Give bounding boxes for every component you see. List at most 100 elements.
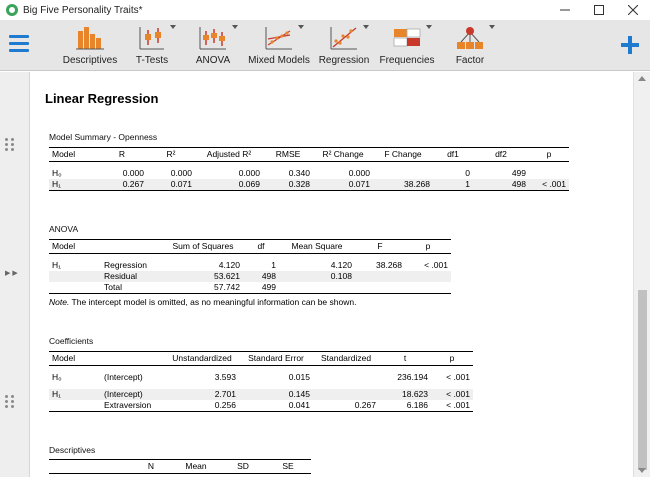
cell: 0.000 [348, 167, 370, 178]
cell: 4.120 [330, 259, 352, 270]
mixed-models-caret-icon [298, 25, 304, 29]
anova-icon [198, 23, 238, 51]
scroll-down-icon[interactable] [638, 468, 646, 473]
drag-handle-bottom-icon[interactable] [5, 395, 15, 409]
model-summary-table: Model R R² Adjusted R² RMSE R² Change F … [49, 147, 569, 191]
mixed-models-button[interactable]: Mixed Models [248, 23, 310, 69]
cell: H₀ [52, 167, 62, 178]
minimize-button[interactable] [548, 0, 582, 20]
cell [405, 281, 451, 294]
cell: 0 [465, 167, 470, 178]
cell: 1 [433, 178, 473, 191]
cell [49, 270, 101, 282]
cell: 0.000 [122, 167, 144, 178]
note-label: Note. [49, 297, 70, 307]
cell: < .001 [529, 178, 569, 191]
regression-label: Regression [318, 55, 370, 66]
col-header: RMSE [263, 147, 313, 162]
cell: 0.015 [288, 371, 310, 382]
frequencies-icon [392, 23, 432, 51]
descriptives-button[interactable]: Descriptives [63, 23, 117, 69]
factor-icon [455, 23, 495, 51]
regression-button[interactable]: Regression [318, 23, 370, 69]
cell: 499 [511, 167, 526, 178]
cell: Total [101, 281, 163, 294]
anova-caret-icon [232, 25, 238, 29]
table-row: H₀ 0.000 0.000 0.000 0.340 0.000 0 499 [49, 168, 569, 179]
app-logo-icon [6, 4, 18, 16]
col-header: Standard Error [239, 351, 313, 366]
cell: 0.041 [239, 399, 313, 412]
maximize-icon [594, 5, 604, 15]
descriptives-table: N Mean SD SE [49, 459, 311, 474]
frequencies-caret-icon [426, 25, 432, 29]
anova-caption: ANOVA [49, 224, 79, 234]
cell: 6.186 [379, 399, 431, 412]
factor-label: Factor [455, 55, 485, 66]
col-header [49, 459, 131, 474]
col-header: SD [221, 459, 265, 474]
cell: < .001 [431, 388, 473, 400]
anova-note: Note. The intercept model is omitted, as… [49, 297, 356, 307]
regression-icon [329, 23, 369, 51]
cell: < .001 [446, 371, 470, 382]
cell: 38.268 [376, 259, 402, 270]
close-button[interactable] [616, 0, 650, 20]
cell [49, 281, 101, 294]
factor-caret-icon [489, 25, 495, 29]
col-header: R² [147, 147, 195, 162]
drag-handle-top-icon[interactable] [5, 138, 15, 152]
expand-panel-arrows-icon[interactable]: ▶▶ [5, 269, 20, 277]
cell: < .001 [431, 399, 473, 412]
cell: 0.071 [147, 178, 195, 191]
cell: 3.593 [214, 371, 236, 382]
cell: H₁ [52, 259, 62, 270]
cell: 499 [243, 281, 279, 294]
maximize-button[interactable] [582, 0, 616, 20]
menu-hamburger-icon[interactable] [9, 35, 29, 55]
cell: H₁ [49, 388, 101, 400]
left-panel-rail: ▶▶ [0, 72, 30, 477]
window-controls [548, 0, 650, 20]
cell: 498 [473, 178, 529, 191]
cell [313, 372, 379, 383]
anova-label: ANOVA [195, 55, 231, 66]
t-tests-label: T-Tests [135, 55, 169, 66]
cell: 1 [271, 259, 276, 270]
col-header [101, 351, 165, 366]
descriptives-caption: Descriptives [49, 445, 96, 455]
cell: 0.256 [165, 399, 239, 412]
col-header: R² Change [313, 147, 373, 162]
cell: 0.145 [239, 388, 313, 400]
table-header-row: Model Unstandardized Standard Error Stan… [49, 351, 473, 366]
col-header: Model [49, 147, 97, 162]
title-bar: Big Five Personality Traits* [0, 0, 650, 20]
scrollbar-thumb[interactable] [638, 290, 647, 470]
cell [313, 388, 379, 400]
cell: 236.194 [397, 371, 428, 382]
col-header: p [529, 147, 569, 162]
col-header [101, 239, 163, 254]
col-header: F Change [373, 147, 433, 162]
factor-button[interactable]: Factor [455, 23, 495, 69]
cell: 0.267 [97, 178, 147, 191]
cell: 0.069 [195, 178, 263, 191]
cell: 0.267 [313, 399, 379, 412]
scroll-up-icon[interactable] [638, 76, 646, 81]
cell [355, 281, 405, 294]
cell [279, 281, 355, 294]
coefficients-table: Model Unstandardized Standard Error Stan… [49, 351, 473, 412]
mixed-models-label: Mixed Models [248, 55, 310, 66]
frequencies-button[interactable]: Frequencies [379, 23, 435, 69]
cell: 0.328 [263, 178, 313, 191]
t-tests-button[interactable]: T-Tests [135, 23, 176, 69]
col-header: df1 [433, 147, 473, 162]
cell: 2.701 [165, 388, 239, 400]
col-header: N [131, 459, 171, 474]
vertical-scrollbar[interactable] [633, 72, 650, 477]
col-header: t [379, 351, 431, 366]
cell: 18.623 [379, 388, 431, 400]
add-module-plus-icon[interactable] [620, 35, 640, 55]
col-header: F [355, 239, 405, 254]
anova-button[interactable]: ANOVA [195, 23, 238, 69]
